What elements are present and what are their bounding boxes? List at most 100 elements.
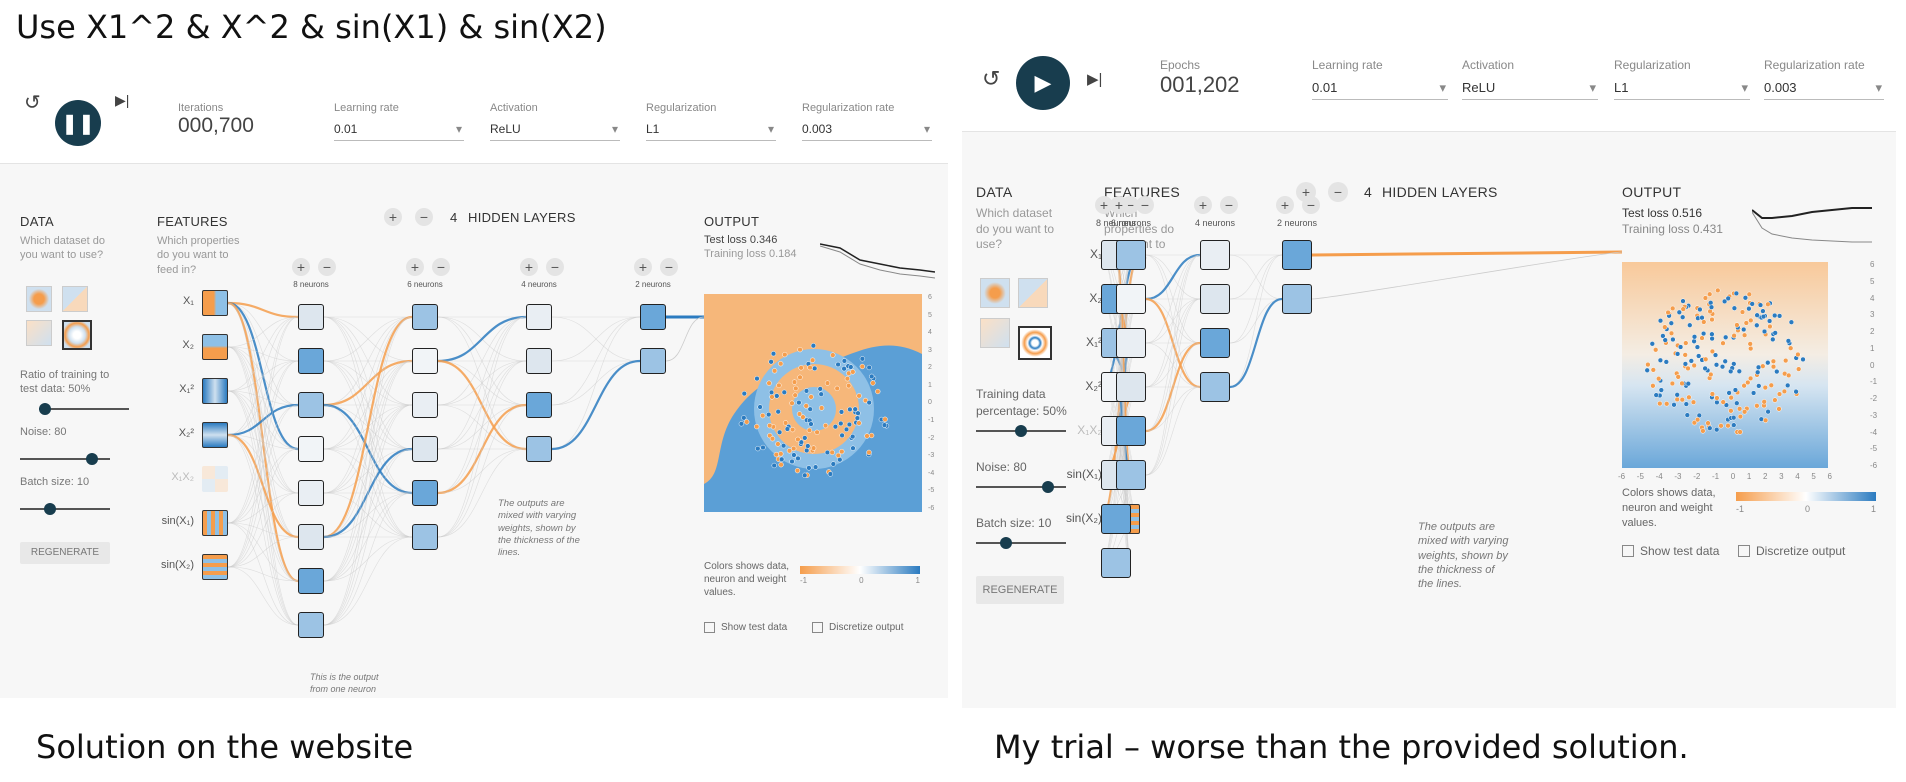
add-neuron-button[interactable]: + [520, 258, 538, 276]
discretize-output-checkbox[interactable]: Discretize output [1738, 544, 1845, 558]
dataset-xor-thumb[interactable] [62, 286, 88, 312]
hidden-neuron[interactable] [1116, 416, 1146, 446]
add-neuron-button[interactable]: + [634, 258, 652, 276]
feature-node[interactable] [202, 290, 228, 316]
regenerate-button[interactable]: REGENERATE [20, 542, 110, 564]
noise-slider[interactable] [20, 453, 110, 465]
hidden-neuron[interactable] [1116, 328, 1146, 358]
hidden-neuron[interactable] [298, 392, 324, 418]
remove-neuron-button[interactable]: − [432, 258, 450, 276]
add-neuron-button[interactable]: + [406, 258, 424, 276]
hidden-neuron[interactable] [526, 436, 552, 462]
pause-button[interactable]: ❚❚ [55, 100, 101, 146]
batch-slider-knob[interactable] [43, 503, 56, 515]
hidden-neuron[interactable] [412, 304, 438, 330]
hidden-neuron[interactable] [298, 612, 324, 638]
ratio-slider-knob[interactable] [39, 403, 51, 415]
add-neuron-button[interactable]: + [1194, 196, 1212, 214]
batch-slider[interactable] [976, 537, 1066, 549]
remove-neuron-button[interactable]: − [1136, 196, 1154, 214]
add-layer-button[interactable]: + [384, 208, 402, 226]
remove-neuron-button[interactable]: − [546, 258, 564, 276]
sample-point [1776, 406, 1782, 412]
weight-link [227, 346, 299, 538]
ratio-slider[interactable] [39, 403, 129, 415]
hidden-neuron[interactable] [1200, 328, 1230, 358]
regularization-rate-select[interactable]: Regularization rate 0.003 [1764, 58, 1884, 100]
noise-slider[interactable] [976, 481, 1066, 493]
play-button[interactable]: ▶ [1016, 56, 1070, 110]
dataset-spiral-thumb[interactable] [62, 320, 92, 350]
hidden-neuron[interactable] [298, 524, 324, 550]
remove-layer-button[interactable]: − [1328, 182, 1348, 202]
noise-slider-knob[interactable] [1042, 481, 1054, 493]
show-test-data-checkbox[interactable]: Show test data [1622, 544, 1719, 558]
show-test-data-checkbox[interactable]: Show test data [704, 622, 787, 633]
dataset-circle-thumb[interactable] [980, 278, 1010, 308]
dataset-circle-thumb[interactable] [26, 286, 52, 312]
activation-select[interactable]: Activation ReLU [1462, 58, 1598, 100]
hidden-neuron[interactable] [1116, 460, 1146, 490]
hidden-neuron[interactable] [298, 304, 324, 330]
hidden-neuron[interactable] [412, 524, 438, 550]
hidden-neuron[interactable] [1116, 372, 1146, 402]
batch-slider[interactable] [20, 503, 110, 515]
reset-icon[interactable]: ↺ [24, 90, 41, 115]
hidden-neuron[interactable] [1116, 240, 1146, 270]
axis-tick: -3 [1870, 410, 1878, 420]
hidden-neuron[interactable] [640, 348, 666, 374]
data-heading: DATA [976, 184, 1013, 200]
hidden-neuron[interactable] [1200, 240, 1230, 270]
feature-node[interactable] [202, 510, 228, 536]
hidden-neuron[interactable] [298, 436, 324, 462]
hidden-neuron[interactable] [298, 480, 324, 506]
hidden-neuron[interactable] [1200, 372, 1230, 402]
sample-point [1720, 340, 1726, 346]
remove-neuron-button[interactable]: − [1302, 196, 1320, 214]
hidden-neuron[interactable] [1101, 548, 1131, 578]
regularization-rate-select[interactable]: Regularization rate 0.003 [802, 102, 932, 141]
hidden-neuron[interactable] [1282, 284, 1312, 314]
feature-node[interactable] [202, 334, 228, 360]
hidden-neuron[interactable] [640, 304, 666, 330]
hidden-neuron[interactable] [526, 348, 552, 374]
remove-neuron-button[interactable]: − [660, 258, 678, 276]
add-neuron-button[interactable]: + [1110, 196, 1128, 214]
dataset-gauss-thumb[interactable] [980, 318, 1010, 348]
feature-node[interactable] [202, 466, 228, 492]
remove-neuron-button[interactable]: − [1220, 196, 1238, 214]
learning-rate-select[interactable]: Learning rate 0.01 [1312, 58, 1448, 100]
noise-slider-knob[interactable] [86, 453, 98, 465]
hidden-neuron[interactable] [412, 436, 438, 462]
feature-node[interactable] [202, 554, 228, 580]
dataset-gauss-thumb[interactable] [26, 320, 52, 346]
regularization-select[interactable]: Regularization L1 [646, 102, 776, 141]
hidden-neuron[interactable] [526, 304, 552, 330]
hidden-neuron[interactable] [1282, 240, 1312, 270]
remove-layer-button[interactable]: − [415, 208, 433, 226]
hidden-neuron[interactable] [412, 480, 438, 506]
hidden-neuron[interactable] [1200, 284, 1230, 314]
hidden-neuron[interactable] [298, 348, 324, 374]
add-neuron-button[interactable]: + [1276, 196, 1294, 214]
feature-node[interactable] [202, 378, 228, 404]
feature-node[interactable] [202, 422, 228, 448]
step-forward-icon[interactable]: ▶| [115, 92, 129, 109]
reset-icon[interactable]: ↺ [982, 66, 1000, 92]
training-percentage-knob[interactable] [1015, 425, 1027, 437]
step-forward-icon[interactable]: ▶| [1087, 70, 1102, 88]
learning-rate-select[interactable]: Learning rate 0.01 [334, 102, 464, 141]
hidden-neuron[interactable] [412, 348, 438, 374]
hidden-neuron[interactable] [412, 392, 438, 418]
hidden-neuron[interactable] [526, 392, 552, 418]
add-neuron-button[interactable]: + [292, 258, 310, 276]
remove-neuron-button[interactable]: − [318, 258, 336, 276]
regenerate-button[interactable]: REGENERATE [976, 576, 1064, 604]
activation-select[interactable]: Activation ReLU [490, 102, 620, 141]
hidden-neuron[interactable] [1101, 504, 1131, 534]
batch-slider-knob[interactable] [999, 537, 1012, 549]
hidden-neuron[interactable] [298, 568, 324, 594]
regularization-select[interactable]: Regularization L1 [1614, 58, 1750, 100]
hidden-neuron[interactable] [1116, 284, 1146, 314]
discretize-output-checkbox[interactable]: Discretize output [812, 622, 903, 633]
